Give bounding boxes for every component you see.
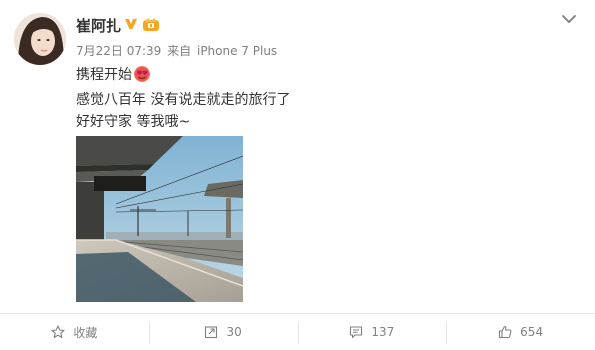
avatar[interactable]: [14, 13, 66, 65]
star-icon: [51, 325, 65, 339]
post-text-line-1: 携程开始: [76, 64, 151, 84]
favorite-label: 收藏: [73, 325, 98, 340]
post-photo[interactable]: [76, 136, 243, 302]
thumbs-up-icon: [499, 325, 512, 339]
avatar-image: [14, 13, 66, 65]
post-text-line-3: 好好守家 等我哦~: [76, 114, 191, 130]
repost-icon: [205, 326, 218, 339]
post-meta: 7月22日 07:39 来自 iPhone 7 Plus: [76, 42, 279, 59]
repost-count: 30: [226, 325, 242, 339]
repost-button[interactable]: 30: [148, 314, 298, 350]
source-device[interactable]: iPhone 7 Plus: [197, 44, 277, 58]
train-station-image: [76, 136, 243, 302]
like-button[interactable]: 654: [446, 314, 595, 350]
source-prefix: 来自: [167, 44, 192, 58]
post-date[interactable]: 7月22日 07:39: [76, 44, 161, 58]
chevron-down-icon[interactable]: [560, 12, 578, 26]
comment-icon: [350, 326, 363, 339]
like-count: 654: [520, 325, 544, 339]
post-text-line-1-content: 携程开始: [76, 67, 132, 83]
post-action-bar: 收藏 30 137 654: [0, 313, 595, 350]
favorite-button[interactable]: 收藏: [0, 314, 149, 350]
verified-icon: [125, 19, 137, 29]
heart-eyes-emoji-icon: [134, 66, 150, 82]
comment-count: 137: [371, 325, 395, 339]
post-text-line-2: 感觉八百年 没有说走就走的旅行了: [76, 92, 291, 108]
vip-crown-icon[interactable]: [142, 16, 160, 32]
username[interactable]: 崔阿扎: [76, 15, 121, 36]
comment-button[interactable]: 137: [297, 314, 447, 350]
